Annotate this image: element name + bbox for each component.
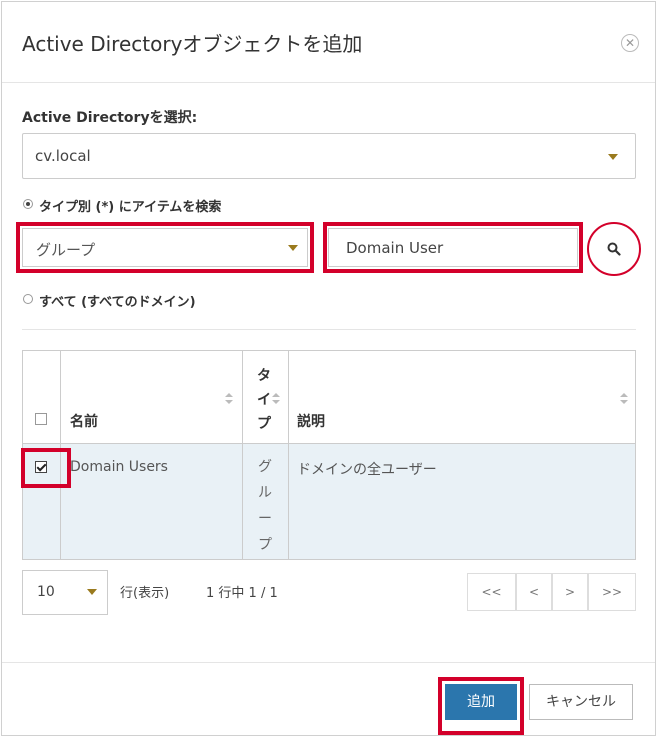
search-button[interactable] bbox=[587, 222, 641, 276]
chevron-down-icon bbox=[87, 589, 97, 595]
column-header-type-2[interactable]: イ bbox=[257, 389, 271, 409]
row-type-char: プ bbox=[258, 537, 272, 553]
ad-domain-select[interactable]: cv.local bbox=[22, 133, 636, 179]
row-type-char: ー bbox=[258, 511, 272, 527]
radio-search-by-type[interactable] bbox=[23, 199, 33, 209]
row-type: グ ル ー プ bbox=[257, 454, 273, 558]
dialog-title: Active Directoryオブジェクトを追加 bbox=[22, 32, 363, 56]
add-ad-object-dialog: Active Directoryオブジェクトを追加 ✕ Active Direc… bbox=[1, 1, 656, 736]
results-table: 名前 タ イ プ 説明 Domain Users グ ル ー プ ドメインの全ユ… bbox=[22, 350, 636, 560]
close-icon[interactable]: ✕ bbox=[621, 34, 639, 52]
page-size-select[interactable]: 10 bbox=[22, 570, 108, 615]
highlight-box-checkbox bbox=[21, 448, 71, 488]
chevron-down-icon bbox=[608, 154, 618, 160]
highlight-box-search bbox=[323, 222, 583, 273]
highlight-box-add bbox=[438, 677, 524, 735]
row-type-char: グ bbox=[258, 459, 272, 475]
footer-divider bbox=[2, 662, 655, 663]
row-name: Domain Users bbox=[70, 459, 168, 475]
last-page-button[interactable]: >> bbox=[588, 573, 636, 611]
radio-search-by-type-label: タイプ別 (*) にアイテムを検索 bbox=[39, 200, 222, 215]
ad-select-label: Active Directoryを選択: bbox=[22, 110, 198, 126]
first-page-button[interactable]: << bbox=[467, 573, 516, 611]
col-divider-2 bbox=[242, 351, 243, 559]
row-description: ドメインの全ユーザー bbox=[297, 462, 437, 478]
next-page-button[interactable]: > bbox=[552, 573, 588, 611]
column-header-name[interactable]: 名前 bbox=[70, 411, 98, 431]
cancel-button[interactable]: キャンセル bbox=[529, 684, 633, 720]
search-icon bbox=[607, 242, 621, 256]
divider bbox=[22, 329, 636, 330]
sort-icon[interactable] bbox=[272, 393, 280, 405]
pager-info: 1 行中 1 / 1 bbox=[206, 586, 278, 601]
select-all-checkbox[interactable] bbox=[35, 413, 47, 425]
dialog-header: Active Directoryオブジェクトを追加 ✕ bbox=[2, 2, 655, 83]
radio-search-all-label: すべて (すべてのドメイン) bbox=[39, 295, 196, 310]
highlight-box-type bbox=[16, 222, 314, 273]
column-header-type-1[interactable]: タ bbox=[257, 365, 271, 385]
sort-icon[interactable] bbox=[225, 393, 233, 405]
rows-per-page-label: 行(表示) bbox=[120, 586, 170, 601]
col-divider-3 bbox=[288, 351, 289, 559]
sort-icon[interactable] bbox=[620, 393, 628, 405]
table-header-line bbox=[23, 443, 635, 444]
column-header-description[interactable]: 説明 bbox=[297, 411, 325, 431]
ad-domain-value: cv.local bbox=[35, 147, 91, 165]
page-size-value: 10 bbox=[37, 584, 55, 600]
row-type-char: ル bbox=[258, 485, 272, 501]
prev-page-button[interactable]: < bbox=[516, 573, 552, 611]
column-header-type-3[interactable]: プ bbox=[257, 413, 271, 433]
radio-search-all[interactable] bbox=[23, 294, 33, 304]
